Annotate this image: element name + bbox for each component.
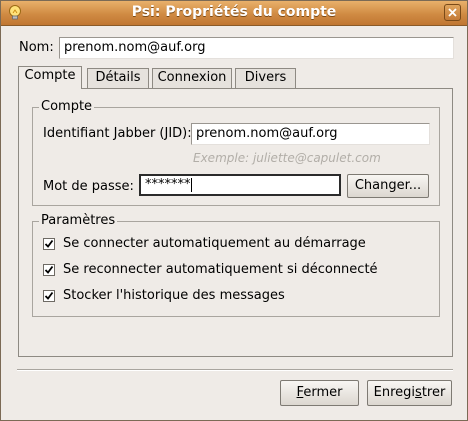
window-title: Psi: Propriétés du compte — [131, 4, 337, 20]
change-password-button[interactable]: Changer... — [347, 174, 429, 198]
auto-connect-checkbox[interactable] — [43, 238, 55, 250]
save-button-label-pre: Enregi — [373, 385, 416, 400]
title-bar: Psi: Propriétés du compte — [1, 1, 467, 26]
checkmark-icon — [44, 265, 54, 274]
tab-details[interactable]: Détails — [87, 68, 149, 88]
close-icon — [448, 8, 457, 17]
group-parametres-title: Paramètres — [39, 213, 118, 228]
save-button-label-rest: trer — [421, 385, 446, 400]
password-label: Mot de passe: — [43, 179, 134, 194]
store-history-checkbox[interactable] — [43, 290, 55, 302]
save-button[interactable]: Enregistrer — [367, 380, 452, 406]
close-button[interactable]: Fermer — [280, 380, 359, 406]
auto-reconnect-checkbox[interactable] — [43, 264, 55, 276]
tab-connexion[interactable]: Connexion — [152, 68, 232, 88]
name-label: Nom: — [19, 40, 54, 55]
store-history-label: Stocker l'historique des messages — [63, 288, 285, 303]
group-parametres: Paramètres Se connecter automatiquement … — [32, 213, 440, 317]
checkmark-icon — [44, 239, 54, 248]
footer-divider — [17, 369, 453, 371]
jid-field[interactable]: prenom.nom@auf.org — [191, 123, 430, 145]
tab-panel-compte: Compte Identifiant Jabber (JID): prenom.… — [18, 88, 453, 357]
password-field[interactable]: ******* — [139, 174, 341, 196]
group-compte-title: Compte — [39, 99, 95, 114]
window-close-button[interactable] — [444, 4, 461, 21]
jid-example-hint: Exemple: juliette@capulet.com — [193, 151, 381, 165]
close-button-label: ermer — [303, 385, 343, 400]
text-cursor — [190, 177, 192, 192]
password-value: ******* — [145, 177, 191, 192]
tab-compte[interactable]: Compte — [18, 66, 82, 89]
save-button-mnemonic: s — [415, 385, 422, 400]
name-field[interactable]: prenom.nom@auf.org — [59, 37, 454, 59]
account-properties-dialog: Psi: Propriétés du compte Nom: prenom.no… — [0, 0, 468, 421]
jid-label: Identifiant Jabber (JID): — [43, 126, 192, 141]
checkmark-icon — [44, 291, 54, 300]
auto-reconnect-label: Se reconnecter automatiquement si déconn… — [63, 262, 378, 277]
tab-divers[interactable]: Divers — [235, 68, 296, 88]
auto-connect-label: Se connecter automatiquement au démarrag… — [63, 236, 366, 251]
group-compte: Compte Identifiant Jabber (JID): prenom.… — [32, 99, 440, 206]
